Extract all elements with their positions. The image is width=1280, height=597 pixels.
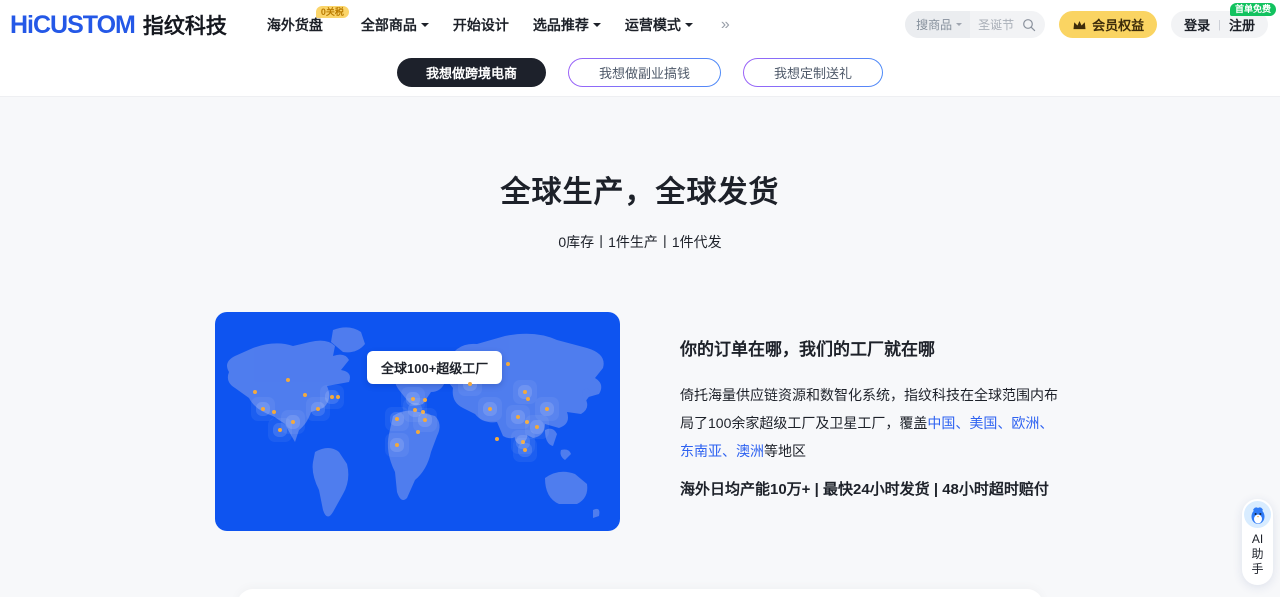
factory-dot [278,428,282,432]
logo[interactable]: HiCUSTOM 指纹科技 [10,10,227,40]
world-map-continents [215,312,620,531]
nav-item-overseas-stock[interactable]: 海外货盘 0关税 [255,0,335,49]
factory-dot [253,390,257,394]
factory-dot [413,408,417,412]
hero-subtitle: 0库存丨1件生产丨1件代发 [0,232,1280,252]
nav-item-operation-mode[interactable]: 运营模式 [613,0,705,49]
header-right: 搜商品 会员权益 登录 | 注册 首单免费 [905,11,1268,38]
factory-dot [303,393,307,397]
search-icon[interactable] [1022,18,1045,32]
factory-dot [411,397,415,401]
hero-title: 全球生产，全球发货 [0,97,1280,211]
description-suffix: 等地区 [764,443,806,459]
search-input[interactable] [970,18,1022,32]
factory-dot [535,425,539,429]
main-nav: 海外货盘 0关税 全部商品 开始设计 选品推荐 运营模式 » [255,0,728,49]
crown-icon [1072,19,1087,31]
factory-dot [516,415,520,419]
auth-pill: 登录 | 注册 首单免费 [1171,11,1268,38]
nav-item-label: 开始设计 [453,15,509,35]
auth-separator: | [1218,19,1221,31]
ai-assistant-button[interactable]: AI 助 手 [1242,499,1273,585]
feature-stats: 海外日均产能10万+ | 最快24小时发货 | 48小时超时赔付 [680,478,1060,499]
factory-dot [523,448,527,452]
chevron-double-right-icon[interactable]: » [721,16,728,34]
factory-dot [521,440,525,444]
factory-dot [525,420,529,424]
nav-item-start-design[interactable]: 开始设计 [441,0,521,49]
logo-name: 指纹科技 [143,10,227,40]
hero-section: 全球生产，全球发货 0库存丨1件生产丨1件代发 [0,97,1280,597]
factory-dot [395,417,399,421]
factory-dot [506,362,510,366]
chevron-down-icon [956,23,962,29]
factory-dot [316,407,320,411]
feature-text: 你的订单在哪，我们的工厂就在哪 倚托海量供应链资源和数智化系统，指纹科技在全球范… [680,335,1060,499]
chevron-down-icon [685,23,693,31]
world-map: 全球100+超级工厂 [215,312,620,531]
factory-dot [526,397,530,401]
zero-tariff-badge: 0关税 [316,6,349,18]
map-factories-label: 全球100+超级工厂 [367,351,502,384]
nav-item-label: 全部商品 [361,15,417,35]
ai-assistant-label: AI 助 手 [1251,532,1263,577]
member-benefits-label: 会员权益 [1092,15,1144,34]
header: HiCUSTOM 指纹科技 海外货盘 0关税 全部商品 开始设计 选品推荐 运营… [0,0,1280,49]
nav-item-all-products[interactable]: 全部商品 [349,0,441,49]
nav-item-product-picks[interactable]: 选品推荐 [521,0,613,49]
page: HiCUSTOM 指纹科技 海外货盘 0关税 全部商品 开始设计 选品推荐 运营… [0,0,1280,597]
chevron-down-icon [593,23,601,31]
factory-dot [395,443,399,447]
member-benefits-button[interactable]: 会员权益 [1059,11,1157,38]
logo-brand: HiCUSTOM [10,11,135,40]
feature-heading: 你的订单在哪，我们的工厂就在哪 [680,335,1060,360]
tab-side-business[interactable]: 我想做副业搞钱 [568,58,721,87]
next-section-card [237,589,1043,597]
factory-dot [495,437,499,441]
nav-item-label: 选品推荐 [533,15,589,35]
intent-tabs: 我想做跨境电商 我想做副业搞钱 我想定制送礼 [0,49,1280,97]
chevron-down-icon [421,23,429,31]
nav-item-label: 海外货盘 [267,15,323,35]
login-link[interactable]: 登录 [1184,15,1210,34]
factory-dot [286,378,290,382]
factory-dot [330,395,334,399]
first-order-free-badge: 首单免费 [1230,3,1276,16]
factory-dot [523,390,527,394]
tab-custom-gift[interactable]: 我想定制送礼 [743,58,883,87]
feature-description: 倚托海量供应链资源和数智化系统，指纹科技在全球范围内布局了100余家超级工厂及卫… [680,381,1060,465]
factory-dot [416,430,420,434]
tab-cross-border-ecommerce[interactable]: 我想做跨境电商 [397,58,546,87]
search-bar: 搜商品 [905,11,1045,38]
register-link[interactable]: 注册 [1229,15,1255,34]
search-category-select[interactable]: 搜商品 [905,11,970,38]
search-category-label: 搜商品 [916,16,952,33]
nav-item-label: 运营模式 [625,15,681,35]
factory-dot [488,407,492,411]
ai-assistant-avatar-icon [1244,501,1271,528]
